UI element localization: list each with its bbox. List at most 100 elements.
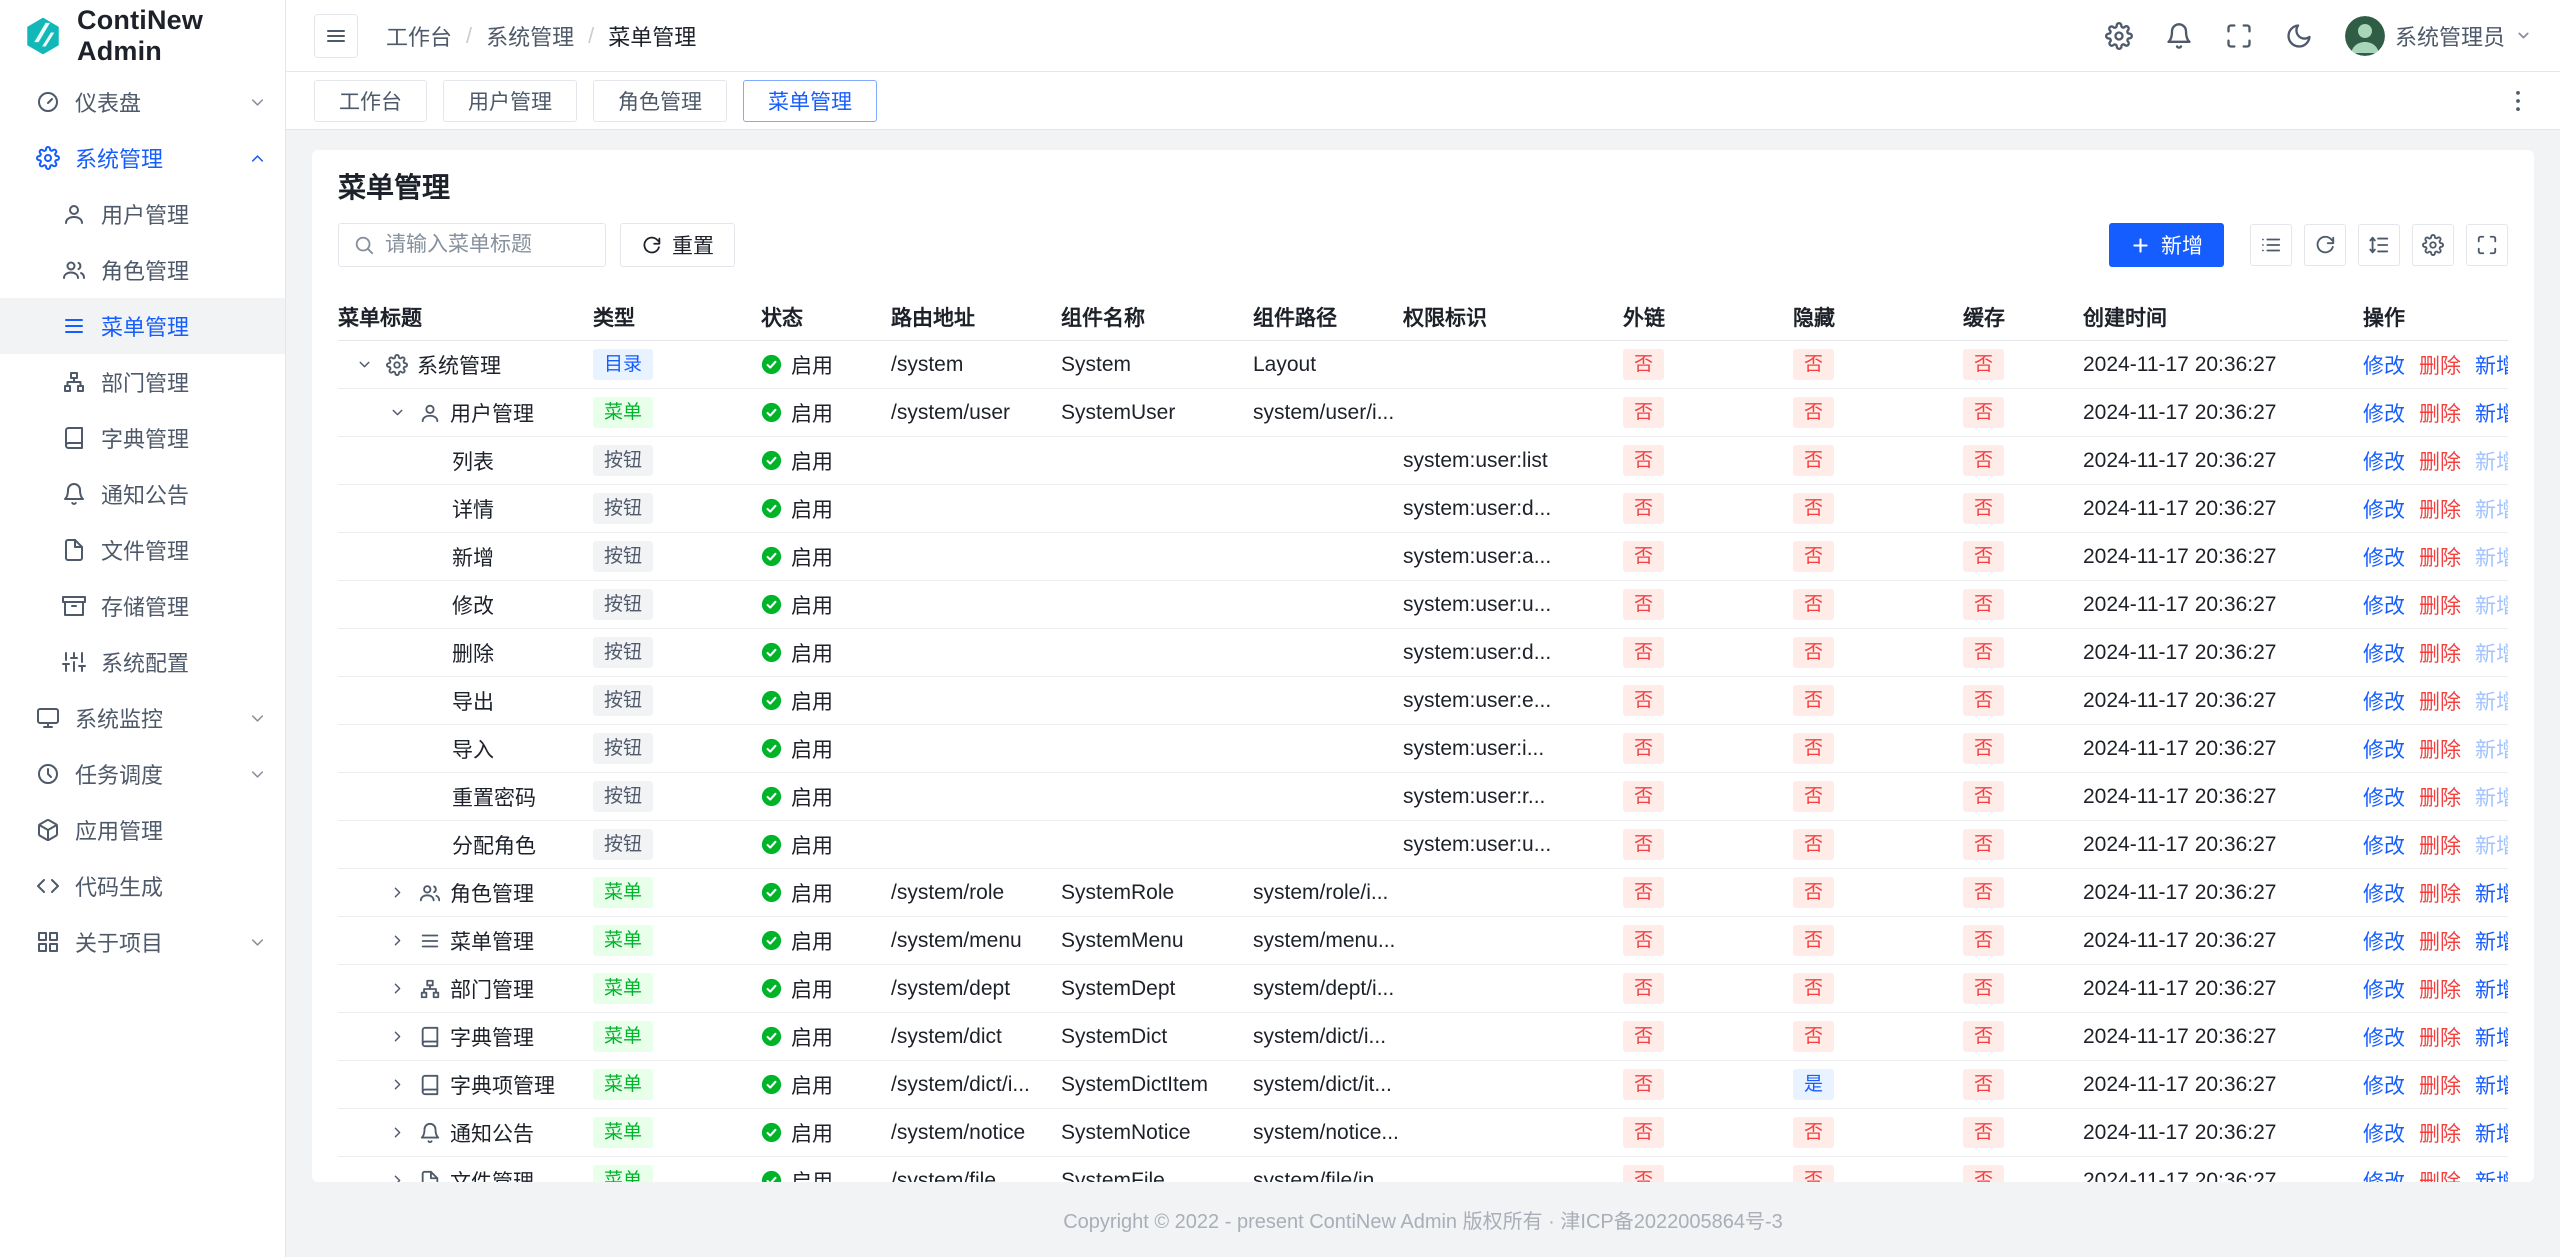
edit-link[interactable]: 修改 [2363,1022,2405,1052]
edit-link[interactable]: 修改 [2363,782,2405,812]
delete-link[interactable]: 删除 [2419,1166,2461,1183]
table-row[interactable]: 导入按钮启用system:user:i...否否否2024-11-17 20:3… [338,725,2508,773]
edit-link[interactable]: 修改 [2363,1166,2405,1183]
line-height-button[interactable] [2358,224,2400,266]
tree-expand-icon[interactable] [384,1168,410,1183]
tab-0[interactable]: 工作台 [314,80,427,122]
edit-link[interactable]: 修改 [2363,590,2405,620]
tree-expand-icon[interactable] [384,976,410,1002]
table-row[interactable]: 用户管理菜单启用/system/userSystemUsersystem/use… [338,389,2508,437]
add-link[interactable]: 新增 [2475,1070,2508,1100]
sidebar-subitem-2[interactable]: 菜单管理 [0,298,285,354]
add-link[interactable]: 新增 [2475,974,2508,1004]
delete-link[interactable]: 删除 [2419,974,2461,1004]
delete-link[interactable]: 删除 [2419,350,2461,380]
settings-icon[interactable] [2105,22,2133,50]
sidebar-subitem-4[interactable]: 字典管理 [0,410,285,466]
edit-link[interactable]: 修改 [2363,638,2405,668]
edit-link[interactable]: 修改 [2363,398,2405,428]
table-row[interactable]: 菜单管理菜单启用/system/menuSystemMenusystem/men… [338,917,2508,965]
add-link[interactable]: 新增 [2475,926,2508,956]
table-row[interactable]: 通知公告菜单启用/system/noticeSystemNoticesystem… [338,1109,2508,1157]
edit-link[interactable]: 修改 [2363,734,2405,764]
sidebar-item-6[interactable]: 关于项目 [0,914,285,970]
delete-link[interactable]: 删除 [2419,638,2461,668]
table-row[interactable]: 重置密码按钮启用system:user:r...否否否2024-11-17 20… [338,773,2508,821]
sidebar-subitem-8[interactable]: 系统配置 [0,634,285,690]
edit-link[interactable]: 修改 [2363,830,2405,860]
breadcrumb-item[interactable]: 系统管理 [486,20,574,52]
add-link[interactable]: 新增 [2475,1166,2508,1183]
sidebar-subitem-3[interactable]: 部门管理 [0,354,285,410]
delete-link[interactable]: 删除 [2419,830,2461,860]
edit-link[interactable]: 修改 [2363,542,2405,572]
tab-1[interactable]: 用户管理 [443,80,577,122]
edit-link[interactable]: 修改 [2363,926,2405,956]
add-link[interactable]: 新增 [2475,734,2508,764]
sidebar-item-0[interactable]: 仪表盘 [0,74,285,130]
table-fullscreen-button[interactable] [2466,224,2508,266]
delete-link[interactable]: 删除 [2419,542,2461,572]
add-link[interactable]: 新增 [2475,446,2508,476]
delete-link[interactable]: 删除 [2419,926,2461,956]
table-row[interactable]: 导出按钮启用system:user:e...否否否2024-11-17 20:3… [338,677,2508,725]
tree-expand-icon[interactable] [384,928,410,954]
add-link[interactable]: 新增 [2475,830,2508,860]
add-link[interactable]: 新增 [2475,638,2508,668]
notification-bell-icon[interactable] [2165,22,2193,50]
table-row[interactable]: 详情按钮启用system:user:d...否否否2024-11-17 20:3… [338,485,2508,533]
sidebar-subitem-6[interactable]: 文件管理 [0,522,285,578]
table-row[interactable]: 文件管理菜单启用/system/fileSystemFilesystem/fil… [338,1157,2508,1182]
add-link[interactable]: 新增 [2475,1022,2508,1052]
edit-link[interactable]: 修改 [2363,686,2405,716]
column-settings-button[interactable] [2412,224,2454,266]
table-row[interactable]: 字典管理菜单启用/system/dictSystemDictsystem/dic… [338,1013,2508,1061]
tab-2[interactable]: 角色管理 [593,80,727,122]
tree-expand-icon[interactable] [351,352,377,378]
delete-link[interactable]: 删除 [2419,878,2461,908]
reset-button[interactable]: 重置 [620,223,735,267]
breadcrumb-item[interactable]: 工作台 [386,20,452,52]
edit-link[interactable]: 修改 [2363,350,2405,380]
add-link[interactable]: 新增 [2475,398,2508,428]
add-link[interactable]: 新增 [2475,542,2508,572]
add-link[interactable]: 新增 [2475,590,2508,620]
add-link[interactable]: 新增 [2475,350,2508,380]
delete-link[interactable]: 删除 [2419,446,2461,476]
sidebar-item-5[interactable]: 代码生成 [0,858,285,914]
dark-mode-moon-icon[interactable] [2285,22,2313,50]
delete-link[interactable]: 删除 [2419,686,2461,716]
tree-expand-icon[interactable] [384,1072,410,1098]
delete-link[interactable]: 删除 [2419,590,2461,620]
sidebar-collapse-button[interactable] [314,14,358,58]
edit-link[interactable]: 修改 [2363,1070,2405,1100]
delete-link[interactable]: 删除 [2419,494,2461,524]
tree-expand-icon[interactable] [384,1024,410,1050]
sidebar-item-3[interactable]: 任务调度 [0,746,285,802]
fullscreen-icon[interactable] [2225,22,2253,50]
delete-link[interactable]: 删除 [2419,1118,2461,1148]
sidebar-subitem-1[interactable]: 角色管理 [0,242,285,298]
search-input[interactable] [385,233,591,257]
density-button[interactable] [2250,224,2292,266]
tab-3[interactable]: 菜单管理 [743,80,877,122]
table-row[interactable]: 分配角色按钮启用system:user:u...否否否2024-11-17 20… [338,821,2508,869]
user-menu[interactable]: 系统管理员 [2345,16,2532,56]
add-link[interactable]: 新增 [2475,494,2508,524]
breadcrumb-item[interactable]: 菜单管理 [608,20,696,52]
tree-expand-icon[interactable] [384,400,410,426]
table-row[interactable]: 删除按钮启用system:user:d...否否否2024-11-17 20:3… [338,629,2508,677]
sidebar-item-1[interactable]: 系统管理 [0,130,285,186]
delete-link[interactable]: 删除 [2419,1070,2461,1100]
sidebar-item-2[interactable]: 系统监控 [0,690,285,746]
edit-link[interactable]: 修改 [2363,1118,2405,1148]
sidebar-subitem-7[interactable]: 存储管理 [0,578,285,634]
tree-expand-icon[interactable] [384,880,410,906]
edit-link[interactable]: 修改 [2363,494,2405,524]
add-link[interactable]: 新增 [2475,782,2508,812]
sidebar-item-4[interactable]: 应用管理 [0,802,285,858]
table-row[interactable]: 列表按钮启用system:user:list否否否2024-11-17 20:3… [338,437,2508,485]
tab-more-icon[interactable] [2504,87,2532,115]
table-row[interactable]: 修改按钮启用system:user:u...否否否2024-11-17 20:3… [338,581,2508,629]
table-row[interactable]: 字典项管理菜单启用/system/dict/i...SystemDictItem… [338,1061,2508,1109]
